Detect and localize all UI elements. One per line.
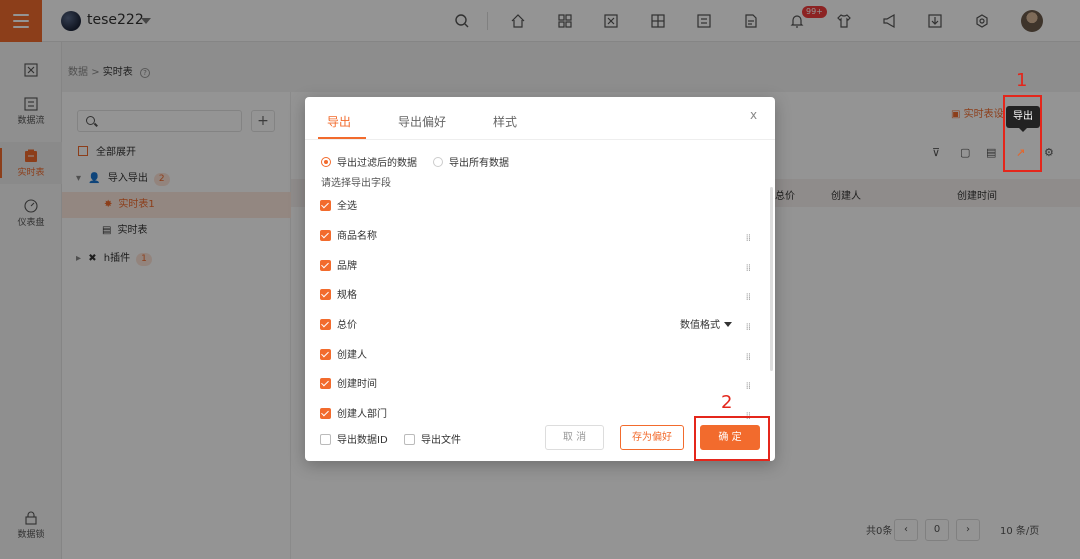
field-label: 创建人部门 <box>337 409 387 420</box>
number-format-label: 数值格式 <box>680 320 720 331</box>
drag-handle-icon[interactable]: ⁞⁞ <box>746 320 751 336</box>
drag-handle-icon[interactable]: ⁞⁞ <box>746 379 751 395</box>
checkbox-icon <box>320 200 331 211</box>
tab-style[interactable]: 样式 <box>493 113 517 130</box>
checkbox-icon <box>320 378 331 389</box>
annotation-number-1: 1 <box>1016 70 1028 91</box>
tab-export[interactable]: 导出 <box>327 113 351 130</box>
drag-handle-icon[interactable]: ⁞⁞ <box>746 350 751 366</box>
field-label: 全选 <box>337 201 357 212</box>
field-created-time[interactable]: 创建时间 ⁞⁞ <box>320 377 751 395</box>
checkbox-icon <box>320 289 331 300</box>
number-format-dropdown[interactable]: 数值格式 <box>680 318 732 334</box>
field-spec[interactable]: 规格 ⁞⁞ <box>320 288 751 306</box>
checkbox-icon <box>320 349 331 360</box>
drag-handle-icon[interactable]: ⁞⁞ <box>746 290 751 306</box>
checkbox-icon <box>404 434 415 445</box>
field-creator-department[interactable]: 创建人部门 ⁞⁞ <box>320 407 751 425</box>
checkbox-export-files[interactable]: 导出文件 <box>404 431 461 446</box>
caret-down-icon <box>724 322 732 327</box>
tab-export-preferences[interactable]: 导出偏好 <box>398 113 446 130</box>
field-creator[interactable]: 创建人 ⁞⁞ <box>320 348 751 366</box>
checkbox-icon <box>320 319 331 330</box>
field-select-hint: 请选择导出字段 <box>321 178 391 189</box>
cancel-button[interactable]: 取 消 <box>545 425 604 450</box>
field-label: 品牌 <box>337 261 357 272</box>
radio-label: 导出所有数据 <box>449 158 509 169</box>
option-label: 导出数据ID <box>337 435 388 446</box>
checkbox-icon <box>320 260 331 271</box>
annotation-number-2: 2 <box>721 392 733 413</box>
option-label: 导出文件 <box>421 435 461 446</box>
divider <box>305 139 775 140</box>
annotation-box-export <box>1003 95 1042 172</box>
drag-handle-icon[interactable]: ⁞⁞ <box>746 261 751 277</box>
radio-label: 导出过滤后的数据 <box>337 158 417 169</box>
checkbox-icon <box>320 230 331 241</box>
checkbox-select-all[interactable]: 全选 <box>320 199 750 217</box>
checkbox-export-data-id[interactable]: 导出数据ID <box>320 431 388 446</box>
field-brand[interactable]: 品牌 ⁞⁞ <box>320 259 751 277</box>
radio-all-data[interactable]: 导出所有数据 <box>433 154 509 169</box>
field-label: 规格 <box>337 290 357 301</box>
close-icon[interactable]: x <box>750 108 757 122</box>
radio-icon <box>433 157 443 167</box>
annotation-box-confirm <box>694 416 770 461</box>
field-label: 创建时间 <box>337 379 377 390</box>
radio-selected-icon <box>321 157 331 167</box>
export-dialog: 导出 导出偏好 样式 x 导出过滤后的数据 导出所有数据 请选择导出字段 全选 … <box>305 97 775 461</box>
save-preference-button[interactable]: 存为偏好 <box>620 425 684 450</box>
checkbox-icon <box>320 434 331 445</box>
field-label: 商品名称 <box>337 231 377 242</box>
field-total-price[interactable]: 总价 数值格式 ⁞⁞ <box>320 318 751 336</box>
radio-filtered-data[interactable]: 导出过滤后的数据 <box>321 154 417 169</box>
checkbox-icon <box>320 408 331 419</box>
field-label: 总价 <box>337 320 357 331</box>
field-product-name[interactable]: 商品名称 ⁞⁞ <box>320 229 751 247</box>
field-label: 创建人 <box>337 350 367 361</box>
drag-handle-icon[interactable]: ⁞⁞ <box>746 231 751 247</box>
scrollbar[interactable] <box>770 187 773 371</box>
